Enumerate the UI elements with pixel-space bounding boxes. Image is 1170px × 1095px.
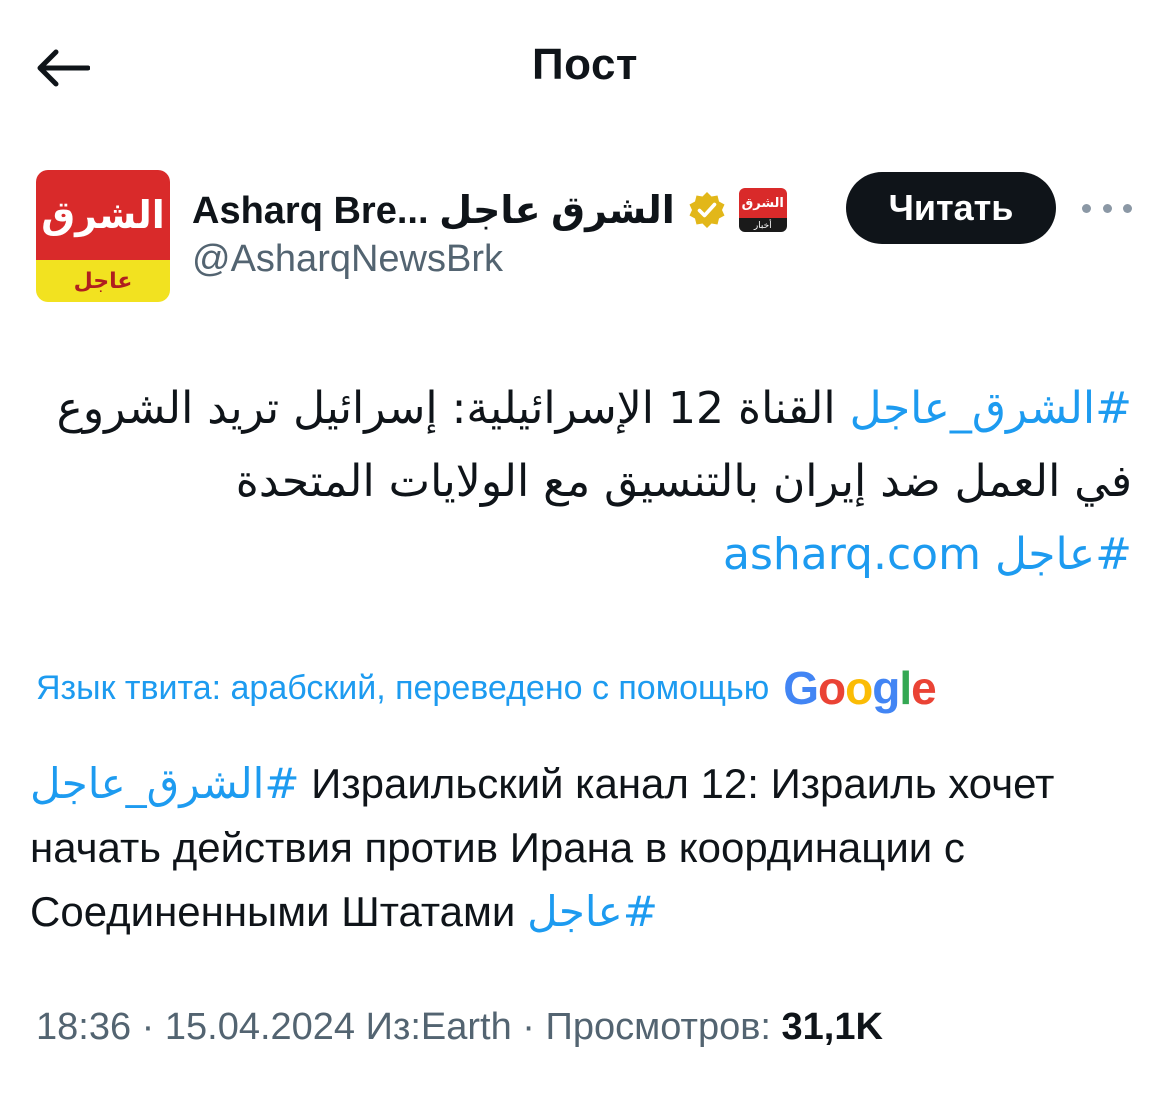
views-count[interactable]: 31,1K	[782, 1006, 883, 1048]
more-options-button[interactable]	[1082, 190, 1132, 226]
page-title: Пост	[532, 40, 638, 89]
google-logo: Google	[783, 662, 936, 714]
name-row: Asharq Bre... الشرق عاجل الشرق أخبار	[192, 182, 787, 238]
more-dot-icon	[1082, 203, 1091, 213]
post-date[interactable]: 15.04.2024	[165, 1006, 355, 1048]
meta-separator: ·	[131, 1006, 165, 1048]
top-bar: Пост	[0, 0, 1170, 135]
follow-button[interactable]: Читать	[846, 172, 1056, 244]
verified-badge-icon[interactable]	[687, 190, 727, 230]
hashtag-link[interactable]: #الشرق_عاجل	[850, 383, 1132, 434]
affiliate-badge[interactable]: الشرق أخبار	[738, 188, 787, 232]
affiliate-badge-top: الشرق	[738, 188, 787, 218]
meta-separator: ·	[511, 1006, 546, 1048]
tweet-text: #الشرق_عاجل القناة 12 الإسرائيلية: إسرائ…	[30, 372, 1132, 591]
translation-notice[interactable]: Язык твита: арабский, переведено с помощ…	[36, 660, 937, 716]
views-label: Просмотров:	[545, 1006, 771, 1048]
translation-notice-text: Язык твита: арабский, переведено с помощ…	[36, 668, 770, 707]
affiliate-badge-bottom: أخبار	[738, 218, 787, 232]
avatar-logo-bottom: عاجل	[36, 260, 170, 302]
more-dot-icon	[1123, 203, 1132, 213]
user-handle[interactable]: @AsharqNewsBrk	[192, 238, 503, 281]
avatar[interactable]: الشرق عاجل	[36, 170, 170, 302]
avatar-logo-top: الشرق	[36, 170, 170, 260]
translated-text: #الشرق_عاجل Израильский канал 12: Израил…	[30, 752, 1140, 944]
post-time[interactable]: 18:36	[36, 1006, 131, 1048]
hashtag-link[interactable]: #عاجل	[995, 529, 1132, 580]
url-link[interactable]: asharq.com	[723, 529, 981, 580]
hashtag-link[interactable]: #عاجل	[527, 887, 658, 936]
hashtag-link[interactable]: #الشرق_عاجل	[30, 759, 300, 808]
post-source: Из:Earth	[365, 1006, 512, 1048]
more-dot-icon	[1102, 203, 1112, 213]
tweet-author-header: الشرق عاجل Asharq Bre... الشرق عاجل الشر…	[0, 160, 1170, 310]
display-name[interactable]: Asharq Bre... الشرق عاجل	[192, 188, 675, 233]
tweet-meta: 18:36 · 15.04.2024 Из:Earth · Просмотров…	[36, 1006, 883, 1049]
